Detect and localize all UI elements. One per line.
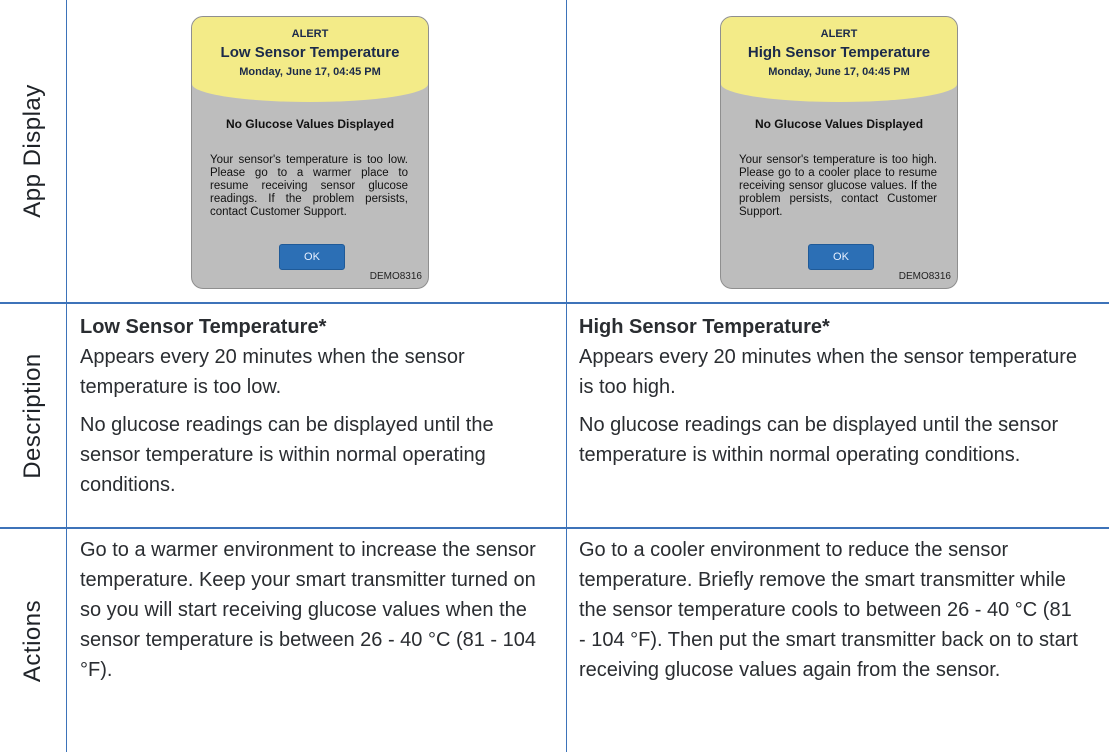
row-divider-2 [0, 527, 1109, 529]
low-actions-text: Go to a warmer environment to increase t… [80, 539, 537, 681]
alert-table: App Display Description Actions ALERT Lo… [0, 0, 1109, 752]
high-actions-cell: Go to a cooler environment to reduce the… [579, 535, 1079, 693]
alert-message: Your sensor's temperature is too low. Pl… [210, 154, 408, 218]
column-divider-label [66, 0, 67, 752]
alert-date: Monday, June 17, 04:45 PM [768, 66, 910, 78]
row-label-text: App Display [19, 84, 46, 218]
alert-id: DEMO8316 [369, 271, 422, 282]
low-description-cell: Low Sensor Temperature* Appears every 20… [80, 312, 556, 508]
row-label-actions: Actions [0, 529, 66, 752]
low-description-text-1: Appears every 20 minutes when the sensor… [80, 346, 465, 398]
ok-button[interactable]: OK [279, 244, 345, 270]
alert-label: ALERT [291, 28, 329, 40]
alert-subtitle: No Glucose Values Displayed [225, 117, 395, 131]
high-temp-alert-screen: ALERT High Sensor Temperature Monday, Ju… [720, 16, 958, 289]
row-label-text: Actions [19, 599, 47, 682]
alert-subtitle: No Glucose Values Displayed [754, 117, 924, 131]
low-actions-cell: Go to a warmer environment to increase t… [80, 535, 556, 693]
alert-label: ALERT [820, 28, 858, 40]
row-divider-1 [0, 302, 1109, 304]
column-divider-middle [566, 0, 567, 752]
low-description-title: Low Sensor Temperature* [80, 316, 327, 338]
alert-title: High Sensor Temperature [747, 44, 931, 61]
alert-id: DEMO8316 [898, 271, 951, 282]
high-description-cell: High Sensor Temperature* Appears every 2… [579, 312, 1079, 478]
row-label-text: Description [19, 352, 47, 479]
low-description-text-2: No glucose readings can be displayed unt… [80, 414, 494, 496]
high-description-text-2: No glucose readings can be displayed unt… [579, 414, 1059, 466]
alert-message: Your sensor's temperature is too high. P… [739, 154, 937, 218]
alert-title: Low Sensor Temperature [220, 44, 400, 61]
row-label-description: Description [0, 304, 66, 527]
ok-button[interactable]: OK [808, 244, 874, 270]
row-label-app-display: App Display [0, 0, 66, 302]
low-temp-alert-screen: ALERT Low Sensor Temperature Monday, Jun… [191, 16, 429, 289]
alert-date: Monday, June 17, 04:45 PM [239, 66, 381, 78]
high-description-title: High Sensor Temperature* [579, 316, 830, 338]
high-actions-text: Go to a cooler environment to reduce the… [579, 539, 1078, 681]
high-description-text-1: Appears every 20 minutes when the sensor… [579, 346, 1078, 398]
